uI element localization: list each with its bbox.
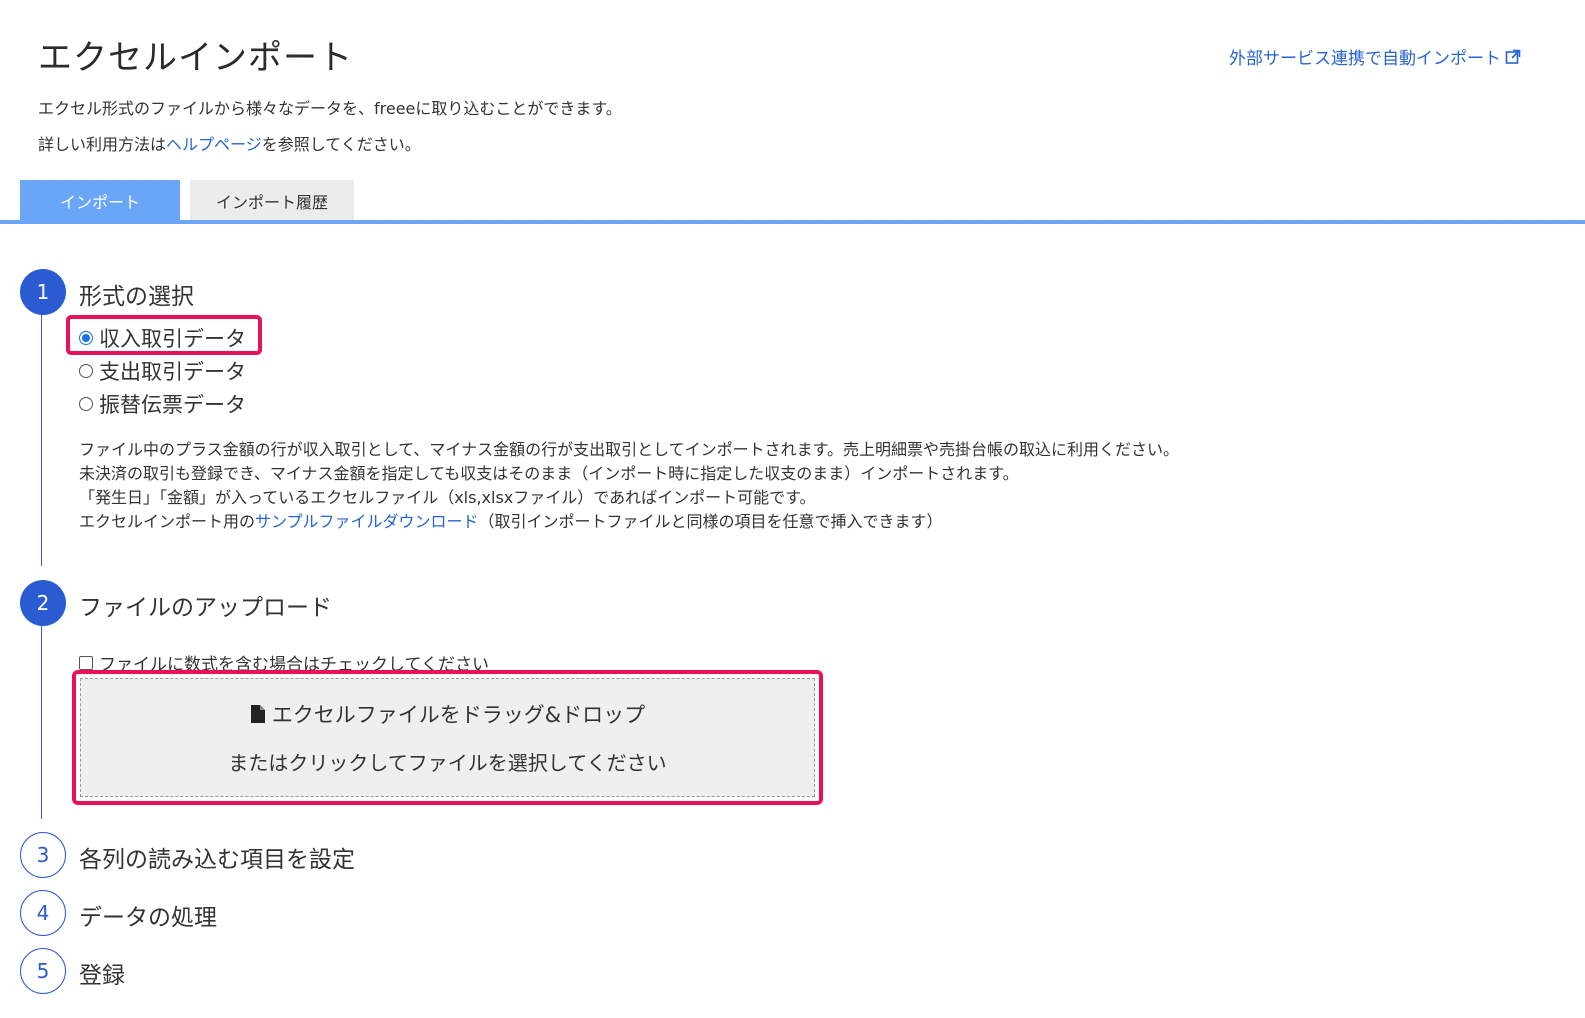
- radio-expense-indicator[interactable]: [79, 364, 93, 378]
- step-4-title: データの処理: [79, 905, 217, 931]
- page-title: エクセルインポート: [38, 38, 353, 78]
- format-info: ファイル中のプラス金額の行が収入取引として、マイナス金額の行が支出取引としてイン…: [79, 438, 1179, 534]
- info-line-3: 「発生日」「金額」が入っているエクセルファイル（xls,xlsxファイル）であれ…: [79, 488, 816, 507]
- step-1-circle: 1: [20, 269, 66, 315]
- radio-income-label: 収入取引データ: [99, 327, 246, 351]
- step-5-title: 登録: [79, 963, 125, 989]
- file-icon: [250, 705, 265, 723]
- step-2-title: ファイルのアップロード: [79, 595, 332, 621]
- step-5-circle: 5: [20, 948, 66, 994]
- radio-transfer-label: 振替伝票データ: [99, 393, 246, 417]
- file-dropzone[interactable]: エクセルファイルをドラッグ&ドロップ またはクリックしてファイルを選択してくださ…: [80, 678, 815, 797]
- step-connector-2: [41, 625, 42, 819]
- radio-income-indicator[interactable]: [79, 331, 93, 345]
- tab-bar: インポート インポート履歴: [20, 180, 354, 221]
- formula-checkbox[interactable]: [79, 655, 93, 670]
- tab-import[interactable]: インポート: [20, 180, 180, 221]
- help-prefix: 詳しい利用方法は: [38, 135, 167, 154]
- external-service-link-label: 外部サービス連携で自動インポート: [1229, 49, 1501, 69]
- help-description: 詳しい利用方法はヘルプページを参照してください。: [38, 131, 421, 155]
- external-service-link[interactable]: 外部サービス連携で自動インポート: [1229, 44, 1521, 69]
- radio-income[interactable]: 収入取引データ: [79, 323, 246, 353]
- step-1-title: 形式の選択: [79, 284, 194, 310]
- step-connector-1: [41, 314, 42, 566]
- radio-transfer[interactable]: 振替伝票データ: [79, 389, 246, 419]
- radio-expense[interactable]: 支出取引データ: [79, 356, 246, 386]
- info-line-4-suffix: （取引インポートファイルと同様の項目を任意で挿入できます）: [478, 512, 943, 531]
- tab-underline: [0, 220, 1585, 224]
- radio-transfer-indicator[interactable]: [79, 397, 93, 411]
- radio-expense-label: 支出取引データ: [99, 360, 246, 384]
- info-line-4-prefix: エクセルインポート用の: [79, 512, 256, 531]
- tab-import-history[interactable]: インポート履歴: [190, 180, 354, 221]
- external-link-icon: [1505, 49, 1521, 64]
- step-4-circle: 4: [20, 890, 66, 936]
- help-page-link[interactable]: ヘルプページ: [166, 135, 262, 154]
- step-3-title: 各列の読み込む項目を設定: [79, 847, 355, 873]
- help-suffix: を参照してください。: [261, 135, 421, 154]
- dropzone-line1-text: エクセルファイルをドラッグ&ドロップ: [271, 703, 646, 727]
- dropzone-primary: エクセルファイルをドラッグ&ドロップ: [250, 699, 645, 729]
- sample-file-download-link[interactable]: サンプルファイルダウンロード: [255, 512, 479, 531]
- dropzone-highlight: エクセルファイルをドラッグ&ドロップ またはクリックしてファイルを選択してくださ…: [72, 670, 823, 805]
- dropzone-line2-text: またはクリックしてファイルを選択してください: [228, 751, 667, 775]
- step-2-circle: 2: [20, 580, 66, 626]
- info-line-4: エクセルインポート用のサンプルファイルダウンロード（取引インポートファイルと同様…: [79, 510, 1179, 534]
- info-line-2: 未決済の取引も登録でき、マイナス金額を指定しても収支はそのまま（インポート時に指…: [79, 464, 1019, 483]
- page-description: エクセル形式のファイルから様々なデータを、freeeに取り込むことができます。: [38, 99, 622, 118]
- info-line-1: ファイル中のプラス金額の行が収入取引として、マイナス金額の行が支出取引としてイン…: [79, 440, 1180, 459]
- step-3-circle: 3: [20, 832, 66, 878]
